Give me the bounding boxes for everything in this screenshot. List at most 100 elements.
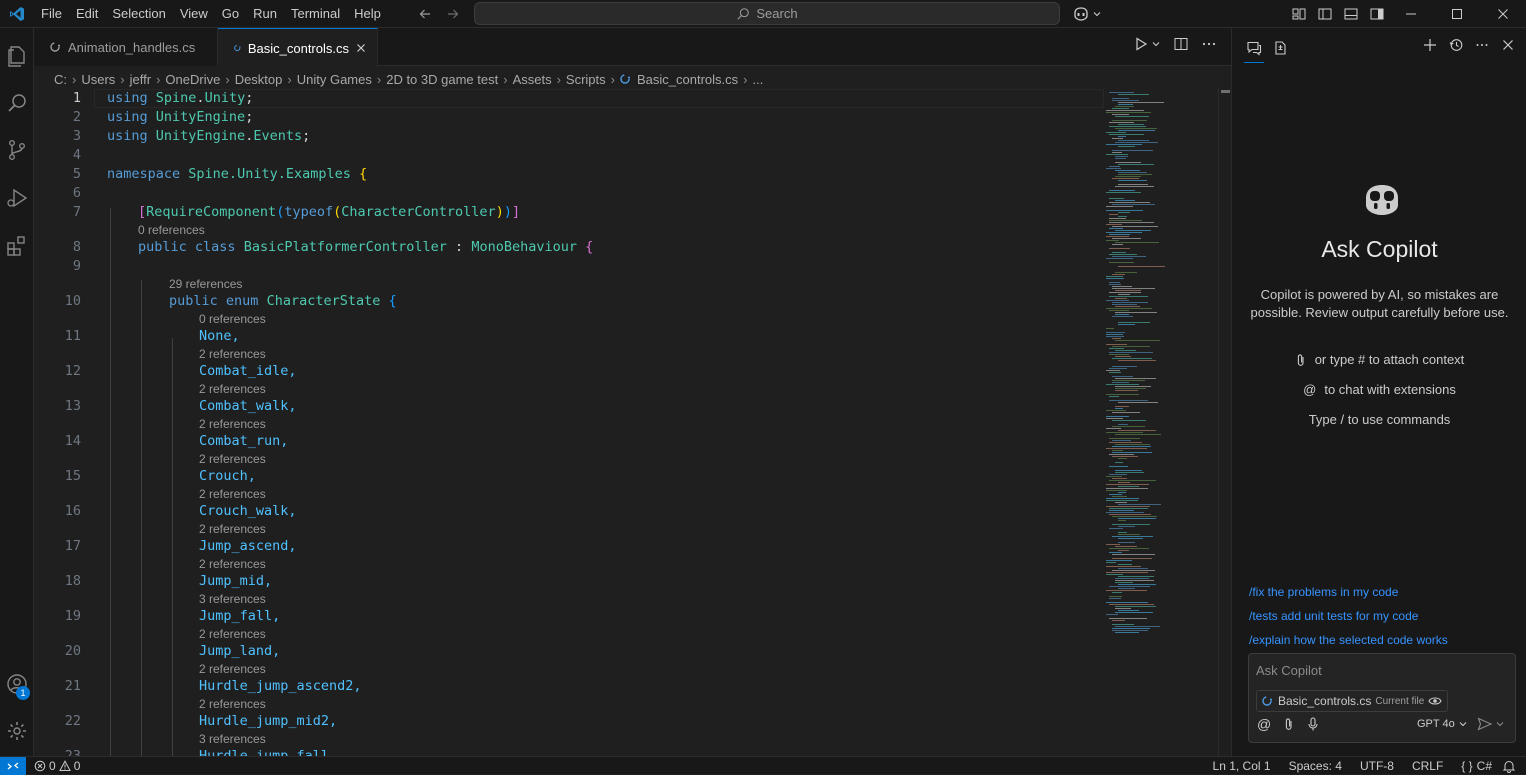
codelens-references[interactable]: 2 references xyxy=(199,626,266,642)
breadcrumb-item[interactable]: 2D to 3D game test xyxy=(386,72,498,87)
breadcrumb-item[interactable]: Desktop xyxy=(235,72,283,87)
suggestion-tests[interactable]: /tests add unit tests for my code xyxy=(1249,609,1418,623)
minimap-line xyxy=(1106,490,1127,491)
suggestion-fix[interactable]: /fix the problems in my code xyxy=(1249,585,1398,599)
tab-basic-controls[interactable]: Basic_controls.cs xyxy=(218,28,378,67)
menu-file[interactable]: File xyxy=(34,0,69,28)
codelens-references[interactable]: 2 references xyxy=(199,521,266,537)
new-chat-icon[interactable] xyxy=(1423,38,1437,52)
toggle-panel-icon[interactable] xyxy=(1340,3,1362,25)
menu-view[interactable]: View xyxy=(173,0,215,28)
split-editor-icon[interactable] xyxy=(1173,36,1189,52)
suggestion-explain[interactable]: /explain how the selected code works xyxy=(1249,633,1448,647)
codelens-references[interactable]: 2 references xyxy=(199,381,266,397)
close-tab-icon[interactable] xyxy=(355,42,367,54)
paperclip-icon[interactable] xyxy=(1283,717,1295,731)
menu-selection[interactable]: Selection xyxy=(105,0,172,28)
notifications-bell-icon[interactable] xyxy=(1502,759,1516,773)
code-editor[interactable]: 1 using Spine.Unity; 2 using UnityEngine; … xyxy=(34,88,1104,756)
close-window-icon[interactable] xyxy=(1480,0,1526,28)
toggle-secondary-sidebar-icon[interactable] xyxy=(1366,3,1388,25)
breadcrumb-item[interactable]: OneDrive xyxy=(165,72,220,87)
menu-run[interactable]: Run xyxy=(246,0,284,28)
history-icon[interactable] xyxy=(1449,38,1463,52)
codelens-references[interactable]: 2 references xyxy=(199,661,266,677)
command-center-search[interactable]: Search xyxy=(474,2,1060,25)
breadcrumb-file[interactable]: Basic_controls.cs xyxy=(637,72,738,87)
chat-input-placeholder[interactable]: Ask Copilot xyxy=(1256,663,1322,678)
vertical-scrollbar[interactable] xyxy=(1218,88,1231,756)
chevron-down-icon xyxy=(1458,719,1468,729)
menu-edit[interactable]: Edit xyxy=(69,0,105,28)
extensions-icon[interactable] xyxy=(0,226,34,266)
codelens-references[interactable]: 2 references xyxy=(199,346,266,362)
breadcrumb-item[interactable]: Scripts xyxy=(566,72,606,87)
menu-go[interactable]: Go xyxy=(215,0,246,28)
back-arrow-icon[interactable] xyxy=(414,3,436,25)
breadcrumb-symbol[interactable]: ... xyxy=(753,72,764,87)
minimap-line xyxy=(1115,606,1156,607)
breadcrumb-item[interactable]: C: xyxy=(54,72,67,87)
more-actions-icon[interactable] xyxy=(1475,38,1489,52)
chevron-down-icon[interactable] xyxy=(1495,719,1505,729)
accounts-icon[interactable]: 1 xyxy=(0,664,34,704)
toggle-primary-sidebar-icon[interactable] xyxy=(1314,3,1336,25)
indentation[interactable]: Spaces: 4 xyxy=(1289,759,1342,773)
breadcrumb-item[interactable]: Unity Games xyxy=(297,72,372,87)
customize-layout-icon[interactable] xyxy=(1288,3,1310,25)
scroll-position-marker xyxy=(1221,90,1230,93)
encoding[interactable]: UTF-8 xyxy=(1360,759,1394,773)
line-number: 16 xyxy=(64,503,81,519)
more-actions-icon[interactable] xyxy=(1201,36,1217,52)
forward-arrow-icon[interactable] xyxy=(442,3,464,25)
menu-terminal[interactable]: Terminal xyxy=(284,0,347,28)
minimap[interactable] xyxy=(1102,88,1218,638)
run-and-debug-icon[interactable] xyxy=(0,178,34,218)
codelens-references[interactable]: 2 references xyxy=(199,486,266,502)
eye-icon[interactable] xyxy=(1428,695,1442,707)
codelens-references[interactable]: 2 references xyxy=(199,696,266,712)
line-number: 12 xyxy=(64,363,81,379)
problems-indicator[interactable]: 0 0 xyxy=(34,757,80,775)
chat-input-box[interactable]: Ask Copilot Basic_controls.cs Current fi… xyxy=(1248,653,1516,743)
tab-animation-handles[interactable]: Animation_handles.cs xyxy=(34,28,218,66)
copilot-menu-button[interactable] xyxy=(1072,3,1102,25)
remote-window-icon[interactable] xyxy=(0,757,26,775)
codelens-references[interactable]: 2 references xyxy=(199,451,266,467)
minimap-line xyxy=(1112,628,1150,629)
language-mode[interactable]: { } C# xyxy=(1461,759,1492,773)
minimap-line xyxy=(1112,624,1134,625)
explorer-icon[interactable] xyxy=(0,36,34,76)
end-of-line[interactable]: CRLF xyxy=(1412,759,1443,773)
minimap-line xyxy=(1109,218,1126,219)
mention-icon[interactable]: @ xyxy=(1257,716,1271,732)
microphone-icon[interactable] xyxy=(1307,717,1319,731)
paperclip-icon xyxy=(1295,353,1307,367)
codelens-references[interactable]: 3 references xyxy=(199,731,266,747)
menu-help[interactable]: Help xyxy=(347,0,388,28)
source-control-icon[interactable] xyxy=(0,130,34,170)
chat-view-icon[interactable] xyxy=(1244,38,1264,63)
attached-file-tag: Current file xyxy=(1375,695,1425,707)
codelens-references[interactable]: 0 references xyxy=(138,222,205,238)
breadcrumb-item[interactable]: Users xyxy=(81,72,115,87)
cursor-position[interactable]: Ln 1, Col 1 xyxy=(1213,759,1271,773)
run-icon[interactable] xyxy=(1133,36,1149,52)
codelens-references[interactable]: 2 references xyxy=(199,416,266,432)
edits-view-icon[interactable] xyxy=(1270,38,1290,58)
chevron-down-icon[interactable] xyxy=(1151,39,1161,49)
search-view-icon[interactable] xyxy=(0,83,34,123)
attached-file-chip[interactable]: Basic_controls.cs Current file xyxy=(1256,690,1449,712)
breadcrumb-item[interactable]: jeffr xyxy=(130,72,151,87)
minimize-icon[interactable] xyxy=(1388,0,1434,28)
model-picker[interactable]: GPT 4o xyxy=(1417,718,1468,730)
manage-gear-icon[interactable] xyxy=(0,711,34,751)
codelens-references[interactable]: 29 references xyxy=(169,276,242,292)
maximize-icon[interactable] xyxy=(1434,0,1480,28)
codelens-references[interactable]: 3 references xyxy=(199,591,266,607)
send-button[interactable] xyxy=(1477,717,1505,731)
codelens-references[interactable]: 0 references xyxy=(199,311,266,327)
codelens-references[interactable]: 2 references xyxy=(199,556,266,572)
close-panel-icon[interactable] xyxy=(1501,38,1515,52)
breadcrumb-item[interactable]: Assets xyxy=(513,72,552,87)
